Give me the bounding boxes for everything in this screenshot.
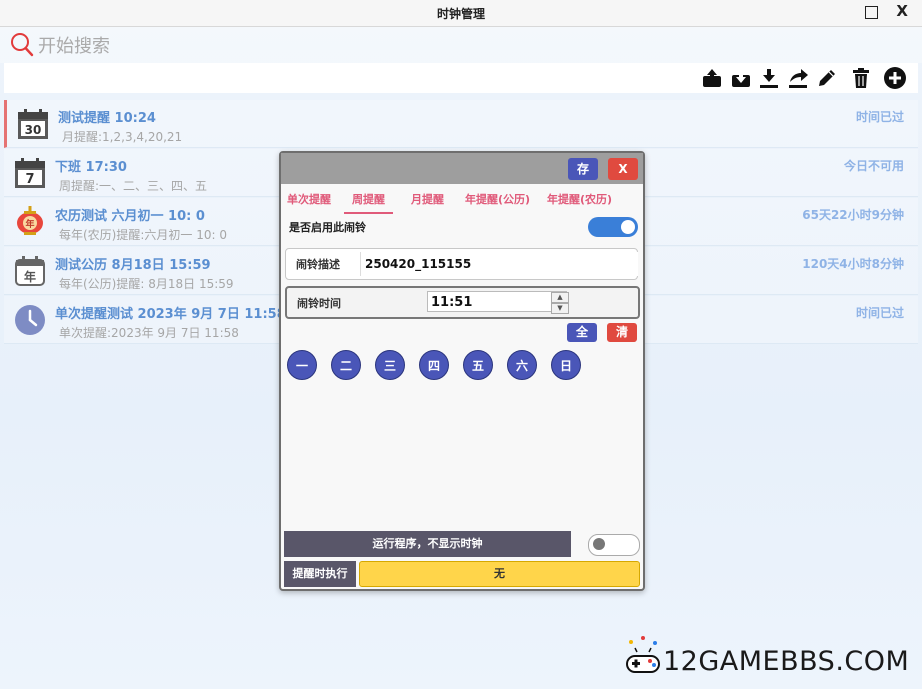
day-sat[interactable]: 六 xyxy=(507,350,537,380)
share-icon[interactable] xyxy=(786,66,810,90)
gamepad-logo-icon xyxy=(626,636,660,673)
calendar-year-icon: 年 xyxy=(15,256,45,286)
alarm-detail: 周提醒:一、二、三、四、五 xyxy=(59,179,208,193)
exec-select[interactable]: 无 xyxy=(359,561,640,587)
close-dialog-button[interactable]: X xyxy=(608,158,638,180)
search-icon xyxy=(11,33,34,57)
alarm-status: 时间已过 xyxy=(855,110,904,124)
time-field: 闹铃时间 11:51 ▲ ▼ xyxy=(285,286,640,319)
alarm-name: 下班 17:30 xyxy=(55,160,127,175)
alarm-name: 测试公历 8月18日 15:59 xyxy=(55,258,211,273)
upload-icon[interactable] xyxy=(700,66,724,90)
alarm-detail: 月提醒:1,2,3,4,20,21 xyxy=(62,130,183,144)
delete-icon[interactable] xyxy=(849,66,873,90)
clock-icon xyxy=(15,305,45,335)
list-item[interactable]: 30 测试提醒 10:24 月提醒:1,2,3,4,20,21 时间已过 xyxy=(4,100,918,148)
day-mon[interactable]: 一 xyxy=(287,350,317,380)
day-tue[interactable]: 二 xyxy=(331,350,361,380)
time-spinner[interactable]: ▲ ▼ xyxy=(551,292,569,314)
toolbar xyxy=(4,63,918,93)
day-sun[interactable]: 日 xyxy=(551,350,581,380)
alarm-edit-dialog: 存 X 单次提醒 周提醒 月提醒 年提醒(公历) 年提醒(农历) 是否启用此闹铃… xyxy=(279,151,645,591)
run-program-label: 运行程序，不显示时钟 xyxy=(284,531,571,557)
spin-up-icon[interactable]: ▲ xyxy=(551,292,569,303)
description-input[interactable]: 250420_115155 xyxy=(360,252,638,276)
spin-down-icon[interactable]: ▼ xyxy=(551,303,569,314)
tab-yearly-lunar[interactable]: 年提醒(农历) xyxy=(547,191,612,207)
exec-label: 提醒时执行 xyxy=(284,561,356,587)
calendar-30-icon: 30 xyxy=(18,109,48,139)
search-input[interactable] xyxy=(36,31,900,61)
day-wed[interactable]: 三 xyxy=(375,350,405,380)
reminder-tabs: 单次提醒 周提醒 月提醒 年提醒(公历) 年提醒(农历) xyxy=(281,186,643,214)
calendar-7-icon: 7 xyxy=(15,158,45,188)
day-thu[interactable]: 四 xyxy=(419,350,449,380)
svg-text:年: 年 xyxy=(24,269,36,284)
svg-text:7: 7 xyxy=(25,172,34,187)
svg-text:年: 年 xyxy=(25,218,34,230)
watermark: 12GAMEBBS.COM xyxy=(623,634,909,677)
svg-text:30: 30 xyxy=(25,123,42,137)
select-all-button[interactable]: 全 xyxy=(567,323,597,342)
tab-monthly[interactable]: 月提醒 xyxy=(411,191,444,207)
time-label: 闹铃时间 xyxy=(297,297,341,310)
description-field: 闹铃描述 250420_115155 xyxy=(285,248,638,280)
dialog-header: 存 X xyxy=(281,153,643,184)
tab-weekly[interactable]: 周提醒 xyxy=(344,191,393,214)
alarm-detail: 每年(公历)提醒: 8月18日 15:59 xyxy=(59,277,234,291)
download-icon[interactable] xyxy=(729,66,753,90)
import-icon[interactable] xyxy=(757,66,781,90)
maximize-button[interactable] xyxy=(865,6,878,19)
edit-icon[interactable] xyxy=(815,66,839,90)
alarm-detail: 每年(农历)提醒:六月初一 10: 0 xyxy=(59,228,227,242)
title-bar: 时钟管理 X xyxy=(0,0,922,27)
search-bar xyxy=(0,27,922,63)
clear-button[interactable]: 清 xyxy=(607,323,637,342)
lunar-lantern-icon: 年 xyxy=(17,206,43,235)
alarm-detail: 单次提醒:2023年 9月 7日 11:58 xyxy=(59,326,239,340)
tab-once[interactable]: 单次提醒 xyxy=(287,191,331,207)
alarm-status: 120天4小时8分钟 xyxy=(802,257,904,271)
day-fri[interactable]: 五 xyxy=(463,350,493,380)
alarm-status: 今日不可用 xyxy=(843,159,904,173)
alarm-name: 测试提醒 10:24 xyxy=(58,111,156,126)
time-input[interactable]: 11:51 xyxy=(427,291,567,312)
enable-label: 是否启用此闹铃 xyxy=(289,221,366,234)
tab-yearly-solar[interactable]: 年提醒(公历) xyxy=(465,191,530,207)
enable-toggle[interactable] xyxy=(588,217,638,237)
close-window-button[interactable]: X xyxy=(896,2,908,20)
window-title: 时钟管理 xyxy=(436,7,485,21)
alarm-status: 时间已过 xyxy=(855,306,904,320)
save-button[interactable]: 存 xyxy=(568,158,598,180)
run-program-toggle[interactable] xyxy=(588,534,640,556)
watermark-text: 12GAMEBBS.COM xyxy=(663,646,910,677)
alarm-status: 65天22小时9分钟 xyxy=(802,208,904,222)
alarm-name: 农历测试 六月初一 10: 0 xyxy=(55,209,205,224)
alarm-name: 单次提醒测试 2023年 9月 7日 11:58 xyxy=(55,307,286,322)
description-label: 闹铃描述 xyxy=(296,258,340,271)
add-icon[interactable] xyxy=(883,66,907,90)
